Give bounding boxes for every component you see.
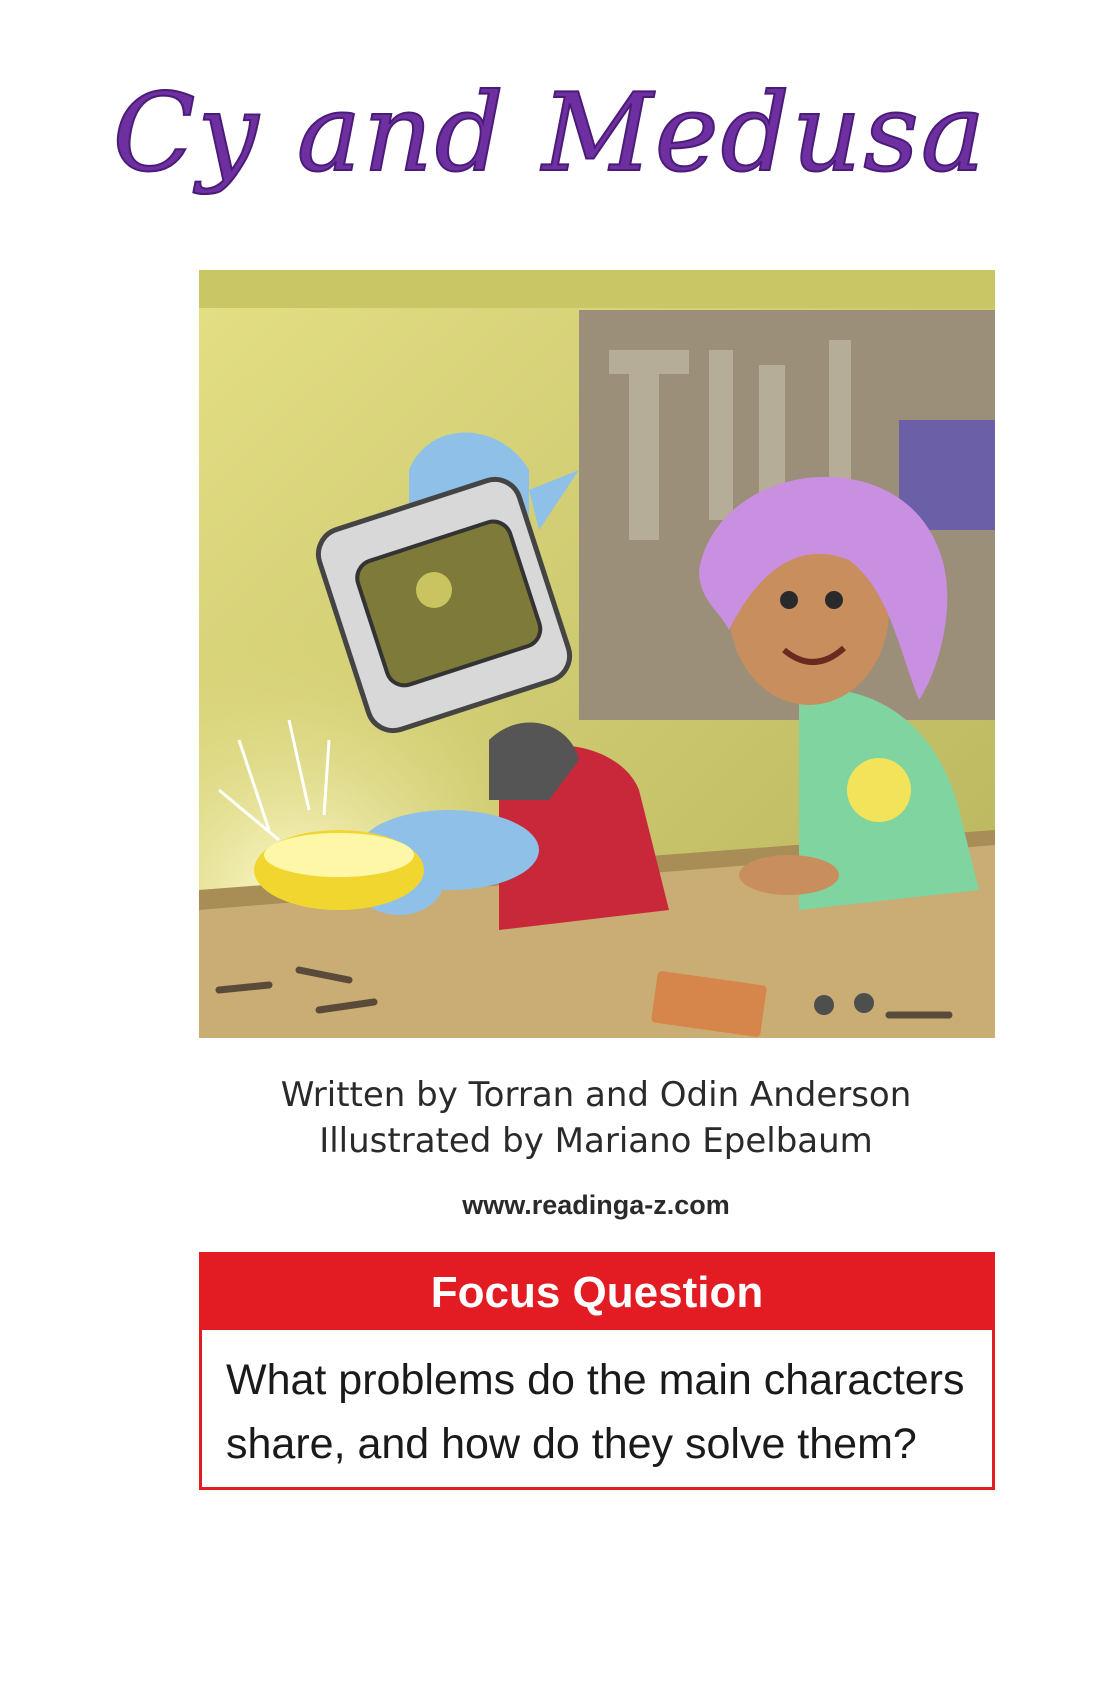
nut-1 <box>814 995 834 1015</box>
ceiling-strip <box>199 270 995 308</box>
cy-eye <box>416 572 452 608</box>
cover-illustration <box>199 270 995 1038</box>
focus-question-line-1: What problems do the main characters <box>226 1356 965 1404</box>
medusa-eye-right <box>825 591 843 609</box>
illustrator-credit: Illustrated by Mariano Epelbaum <box>319 1121 873 1161</box>
medusa-eye-left <box>780 591 798 609</box>
nut-2 <box>854 993 874 1013</box>
device-top <box>264 833 414 877</box>
focus-question-header: Focus Question <box>202 1255 992 1330</box>
author-credit: Written by Torran and Odin Anderson <box>280 1075 912 1115</box>
tool-shape-3 <box>709 350 733 520</box>
medusa-shirt-print <box>847 758 911 822</box>
tool-shape-1 <box>629 350 659 540</box>
focus-question-text: What problems do the main characters sha… <box>202 1330 992 1476</box>
medusa-hand <box>739 855 839 895</box>
focus-question-line-2: share, and how do they solve them? <box>226 1420 917 1468</box>
tool-shape-2 <box>609 350 689 374</box>
focus-question-box: Focus Question What problems do the main… <box>199 1252 995 1490</box>
website-link[interactable]: www.readinga-z.com <box>0 1192 1100 1219</box>
book-title: Cy and Medusa <box>112 71 988 196</box>
illustration-svg <box>199 270 995 1038</box>
